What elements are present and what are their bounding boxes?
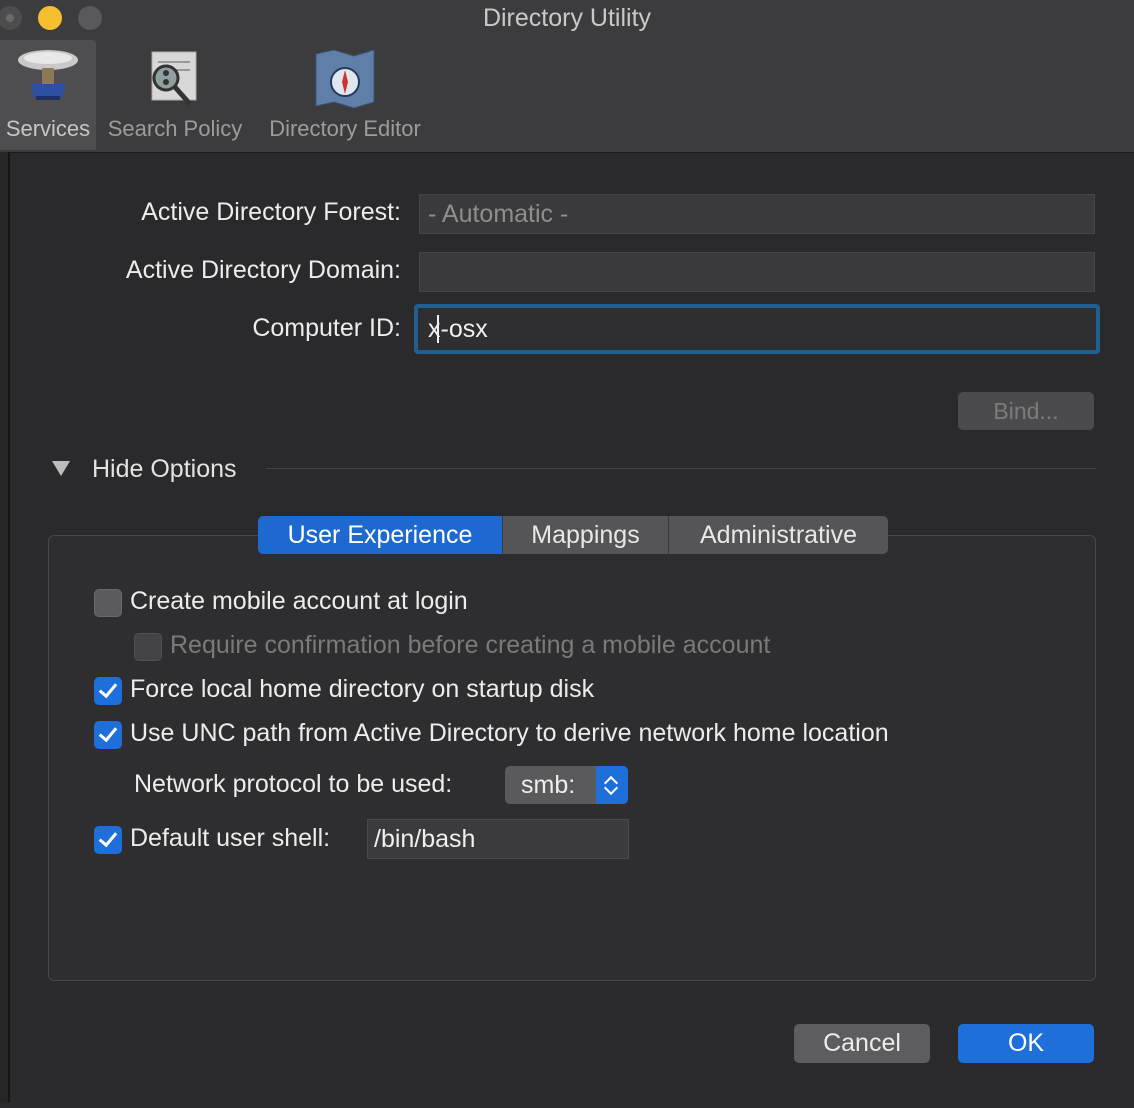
computer-id-field[interactable]: x-osx bbox=[414, 304, 1100, 354]
computer-id-label: Computer ID: bbox=[252, 314, 401, 342]
toolbar-services-label: Services bbox=[5, 116, 91, 141]
hide-options-toggle[interactable]: Hide Options bbox=[92, 455, 237, 484]
ok-button[interactable]: OK bbox=[958, 1024, 1094, 1063]
updown-chevron-icon bbox=[596, 766, 628, 804]
domain-label: Active Directory Domain: bbox=[125, 256, 401, 284]
search-policy-icon bbox=[151, 51, 197, 106]
window-title: Directory Utility bbox=[482, 4, 652, 32]
require-confirmation-label: Require confirmation before creating a m… bbox=[170, 631, 771, 659]
window-edge bbox=[0, 152, 10, 1102]
use-unc-path-checkbox[interactable] bbox=[94, 721, 122, 749]
force-local-home-label: Force local home directory on startup di… bbox=[130, 675, 595, 703]
toolbar-search-policy[interactable]: Search Policy bbox=[100, 40, 250, 150]
network-protocol-select[interactable]: smb: bbox=[505, 766, 628, 804]
network-protocol-label: Network protocol to be used: bbox=[134, 770, 453, 798]
toolbar-search-policy-label: Search Policy bbox=[107, 116, 243, 141]
services-icon bbox=[18, 50, 78, 100]
tab-user-experience[interactable]: User Experience bbox=[258, 516, 503, 554]
use-unc-path-label: Use UNC path from Active Directory to de… bbox=[130, 719, 889, 747]
window-toolbar: Directory Utility Services Search Policy bbox=[0, 0, 1134, 153]
require-confirmation-checkbox[interactable] bbox=[134, 633, 162, 661]
network-protocol-value: smb: bbox=[521, 771, 576, 799]
directory-editor-icon bbox=[315, 49, 375, 109]
toolbar-directory-editor-label: Directory Editor bbox=[269, 116, 421, 141]
cancel-button[interactable]: Cancel bbox=[794, 1024, 930, 1063]
default-shell-field[interactable]: /bin/bash bbox=[367, 819, 629, 859]
tab-mappings[interactable]: Mappings bbox=[503, 516, 669, 554]
create-mobile-account-label: Create mobile account at login bbox=[130, 587, 468, 615]
forest-label: Active Directory Forest: bbox=[141, 198, 401, 226]
forest-field[interactable]: - Automatic - bbox=[419, 194, 1095, 234]
default-shell-checkbox[interactable] bbox=[94, 826, 122, 854]
text-cursor bbox=[437, 315, 439, 343]
default-shell-label: Default user shell: bbox=[130, 824, 331, 852]
disclosure-triangle-icon[interactable] bbox=[52, 461, 70, 476]
bind-button[interactable]: Bind... bbox=[958, 392, 1094, 430]
create-mobile-account-checkbox[interactable] bbox=[94, 589, 122, 617]
tab-administrative[interactable]: Administrative bbox=[669, 516, 888, 554]
toolbar-services[interactable]: Services bbox=[0, 40, 96, 150]
toolbar-directory-editor[interactable]: Directory Editor bbox=[256, 40, 434, 150]
options-divider bbox=[266, 468, 1096, 469]
domain-field[interactable] bbox=[419, 252, 1095, 292]
force-local-home-checkbox[interactable] bbox=[94, 677, 122, 705]
options-tabs: User Experience Mappings Administrative bbox=[258, 516, 888, 554]
